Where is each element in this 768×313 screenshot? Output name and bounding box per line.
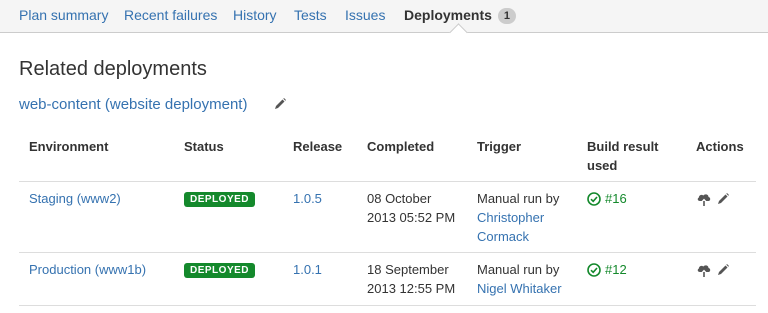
environment-link[interactable]: Production (www1b) xyxy=(29,260,146,279)
pencil-icon[interactable] xyxy=(716,192,732,206)
row-actions xyxy=(696,263,732,277)
header-build-line2: used xyxy=(587,158,618,173)
completed-date: 18 September xyxy=(367,262,449,277)
header-release: Release xyxy=(293,139,343,154)
completed-year-time: 2013 12:55 PM xyxy=(367,281,456,296)
header-build-line1: Build result xyxy=(587,139,659,154)
tab-history[interactable]: History xyxy=(233,7,277,23)
row-divider xyxy=(19,252,756,253)
tab-deployments[interactable]: Deployments 1 xyxy=(404,7,517,24)
release-link[interactable]: 1.0.1 xyxy=(293,260,322,279)
deployment-project-link[interactable]: web-content (website deployment) xyxy=(19,96,247,113)
trigger: Manual run by Christopher Cormack xyxy=(477,189,559,246)
deployments-count-badge: 1 xyxy=(497,8,517,24)
trigger-user-link-cont[interactable]: Cormack xyxy=(477,227,559,246)
header-actions: Actions xyxy=(696,139,744,154)
tab-plan-summary[interactable]: Plan summary xyxy=(19,7,108,23)
completed-time: 18 September 2013 12:55 PM xyxy=(367,260,455,298)
row-actions xyxy=(696,192,732,206)
pencil-icon[interactable] xyxy=(716,263,732,277)
completed-time: 08 October 2013 05:52 PM xyxy=(367,189,455,227)
trigger-user-link[interactable]: Nigel Whitaker xyxy=(477,279,562,298)
header-divider xyxy=(19,181,756,182)
status-badge: DEPLOYED xyxy=(184,263,256,278)
header-trigger: Trigger xyxy=(477,139,522,154)
header-environment: Environment xyxy=(29,139,109,154)
cloud-upload-icon[interactable] xyxy=(696,192,712,206)
status-badge: DEPLOYED xyxy=(184,192,256,207)
header-status: Status xyxy=(184,139,224,154)
build-number: #12 xyxy=(605,262,627,277)
tab-issues[interactable]: Issues xyxy=(345,7,385,23)
row-divider xyxy=(19,305,756,306)
trigger-text: Manual run by xyxy=(477,191,560,206)
tab-deployments-label: Deployments xyxy=(404,7,492,23)
section-title: Related deployments xyxy=(19,58,207,80)
build-number: #16 xyxy=(605,191,627,206)
completed-year-time: 2013 05:52 PM xyxy=(367,210,456,225)
pencil-icon[interactable] xyxy=(273,97,287,111)
completed-date: 08 October xyxy=(367,191,432,206)
header-build-result: Build result used xyxy=(587,137,659,175)
trigger-text: Manual run by xyxy=(477,262,560,277)
environment-link[interactable]: Staging (www2) xyxy=(29,189,121,208)
build-result-link[interactable]: #16 xyxy=(587,189,627,208)
tab-bar: Plan summary Recent failures History Tes… xyxy=(0,0,768,33)
tab-tests[interactable]: Tests xyxy=(294,7,327,23)
build-result-link[interactable]: #12 xyxy=(587,260,627,279)
trigger-user-link[interactable]: Christopher xyxy=(477,208,559,227)
check-circle-icon xyxy=(587,191,601,206)
trigger: Manual run by Nigel Whitaker xyxy=(477,260,562,298)
tab-recent-failures[interactable]: Recent failures xyxy=(124,7,217,23)
check-circle-icon xyxy=(587,262,601,277)
header-completed: Completed xyxy=(367,139,435,154)
release-link[interactable]: 1.0.5 xyxy=(293,189,322,208)
cloud-upload-icon[interactable] xyxy=(696,263,712,277)
